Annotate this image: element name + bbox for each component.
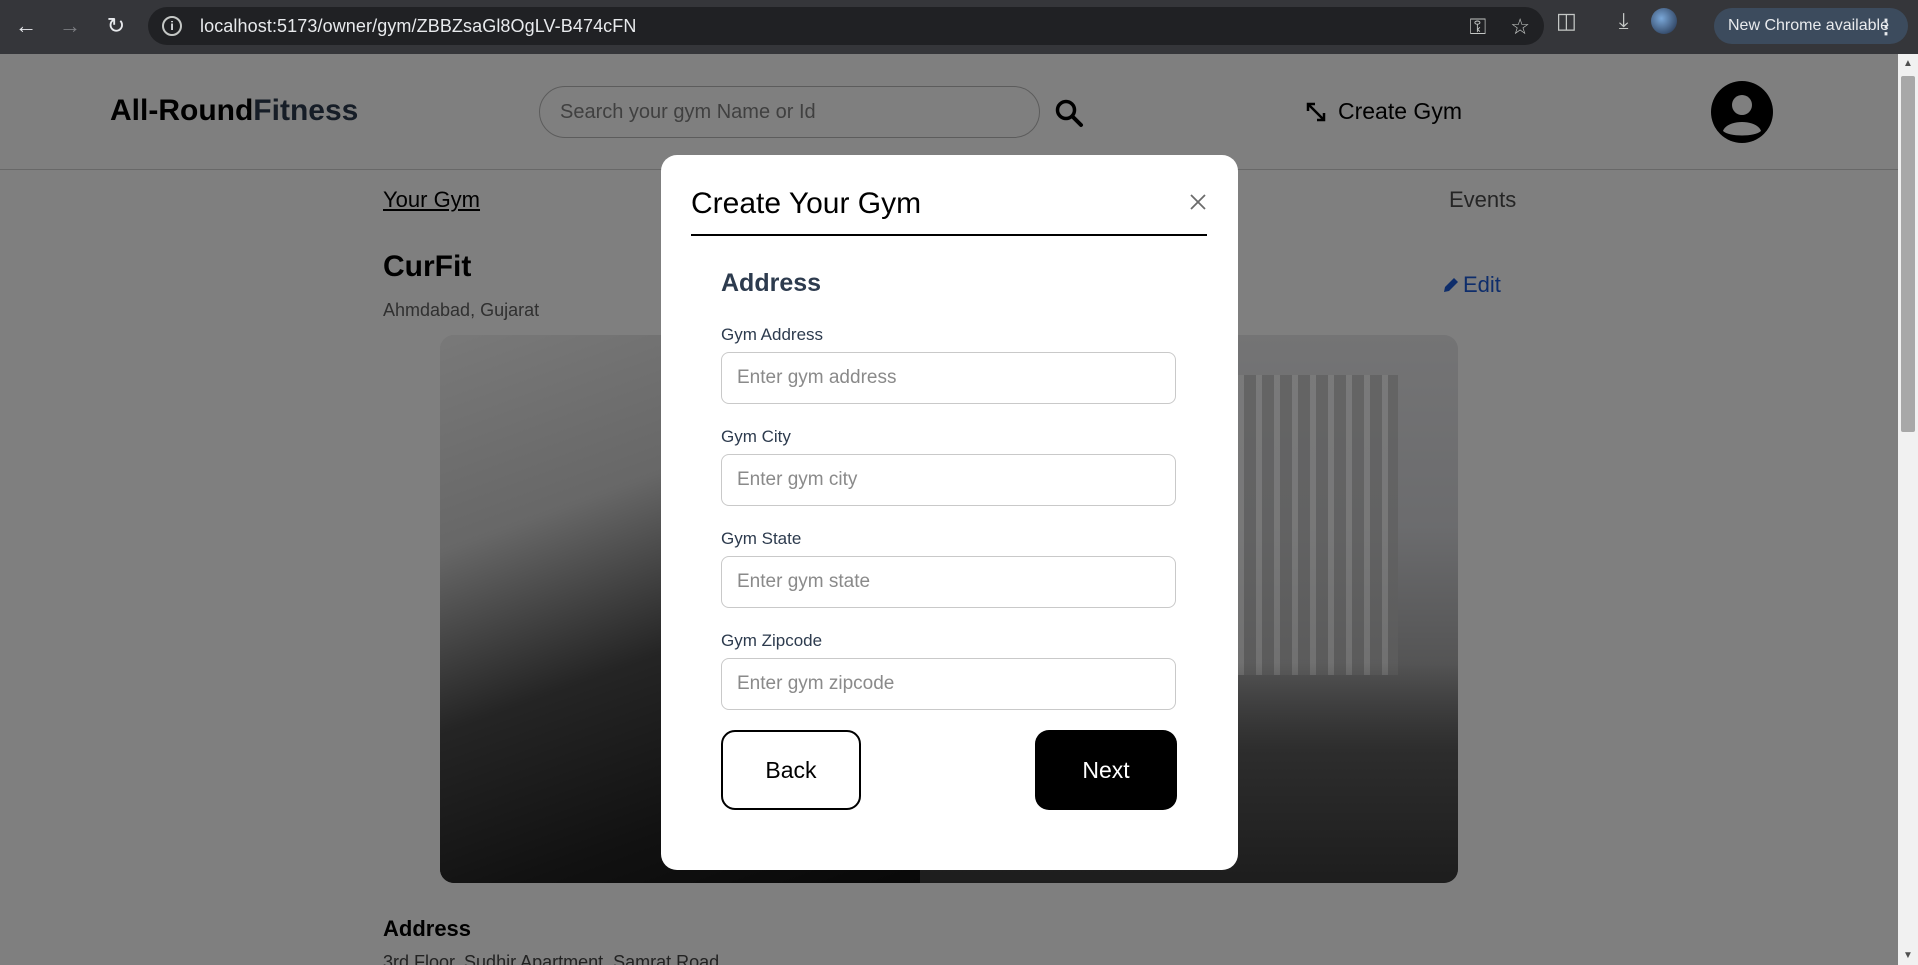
scroll-down-icon[interactable]: ▼ [1903, 950, 1913, 961]
create-gym-modal: Create Your Gym Address Gym Address Gym … [661, 155, 1238, 870]
gym-zipcode-input[interactable] [721, 658, 1176, 710]
bookmark-star-icon[interactable]: ☆ [1510, 14, 1530, 40]
extensions-icon[interactable]: ◫ [1556, 8, 1577, 34]
next-button[interactable]: Next [1035, 730, 1177, 810]
more-menu-icon[interactable]: ⋮ [1876, 14, 1896, 39]
site-info-icon[interactable]: i [162, 16, 182, 36]
gym-city-input[interactable] [721, 454, 1176, 506]
password-key-icon[interactable]: ⚿ [1470, 14, 1487, 40]
gym-zipcode-label: Gym Zipcode [721, 631, 823, 650]
step-title: Address [721, 269, 822, 297]
title-divider [691, 234, 1207, 236]
page-scrollbar[interactable]: ▲ ▼ [1898, 54, 1918, 965]
forward-arrow-icon[interactable]: → [48, 4, 92, 48]
gym-address-label: Gym Address [721, 325, 824, 344]
browser-toolbar: ← → ↻ i localhost:5173/owner/gym/ZBBZsaG… [0, 0, 1918, 54]
gym-address-input[interactable] [721, 352, 1176, 404]
update-label: New Chrome available [1728, 17, 1889, 34]
profile-avatar-icon[interactable] [1650, 8, 1677, 34]
close-icon[interactable] [1187, 191, 1209, 213]
reload-icon[interactable]: ↻ [94, 4, 138, 48]
gym-state-input[interactable] [721, 556, 1176, 608]
back-button[interactable]: Back [721, 730, 861, 810]
scrollbar-thumb[interactable] [1901, 76, 1915, 432]
gym-city-label: Gym City [721, 427, 791, 446]
back-arrow-icon[interactable]: ← [4, 4, 48, 48]
download-icon[interactable]: ⤓ [1619, 8, 1629, 34]
scroll-up-icon[interactable]: ▲ [1903, 58, 1913, 69]
modal-title: Create Your Gym [691, 187, 922, 220]
gym-state-label: Gym State [721, 529, 802, 548]
chrome-update-button[interactable]: New Chrome available ⋮ [1714, 8, 1908, 44]
address-bar[interactable]: i localhost:5173/owner/gym/ZBBZsaGl8OgLV… [148, 7, 1544, 45]
url-text: localhost:5173/owner/gym/ZBBZsaGl8OgLV-B… [200, 15, 637, 36]
